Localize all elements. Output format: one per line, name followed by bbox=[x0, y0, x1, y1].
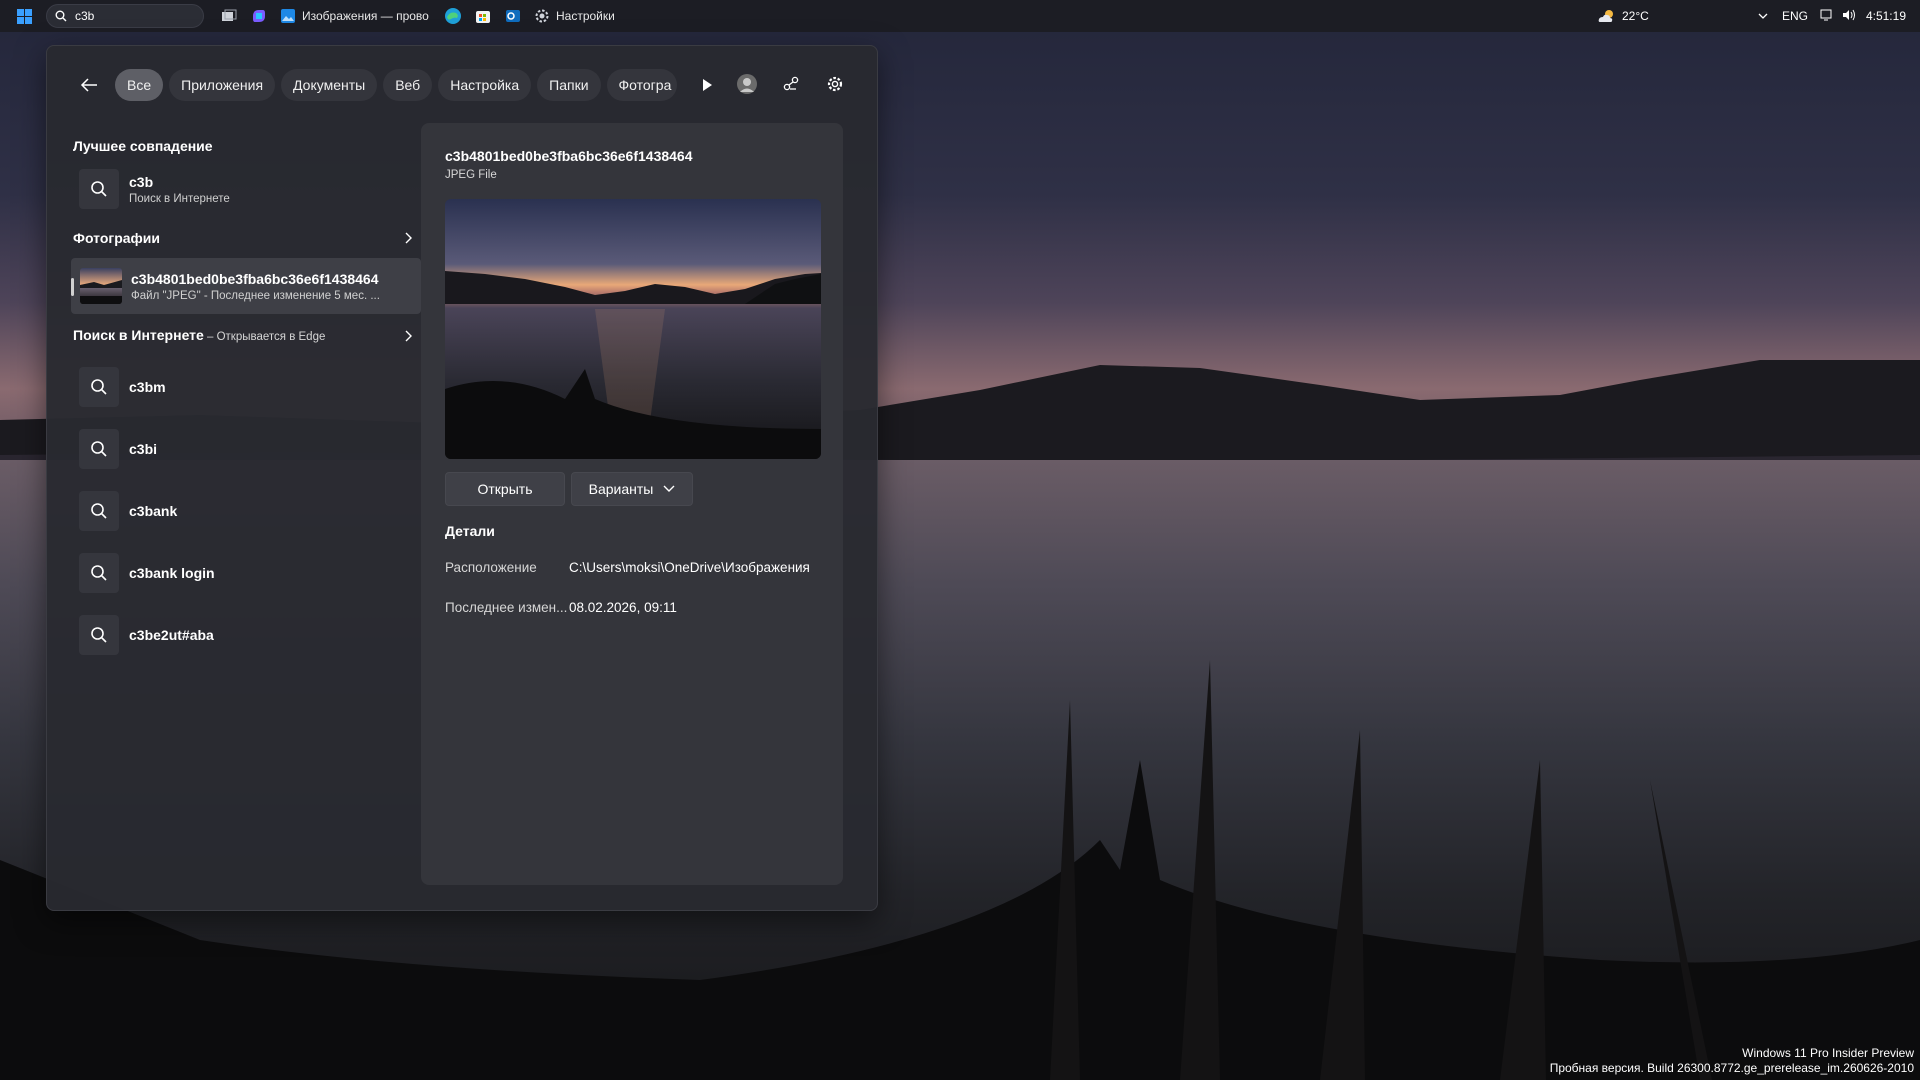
language-indicator[interactable]: ENG bbox=[1782, 9, 1808, 23]
system-tray: ENG 4:51:19 bbox=[1758, 0, 1920, 32]
search-icon bbox=[79, 367, 119, 407]
photo-thumbnail bbox=[80, 268, 122, 304]
photos-heading: Фотографии bbox=[73, 230, 161, 246]
watermark-build: Пробная версия. Build 26300.8772.ge_prer… bbox=[1549, 1061, 1914, 1075]
gear-icon bbox=[827, 76, 843, 92]
filter-web[interactable]: Веб bbox=[383, 69, 433, 101]
preview-image bbox=[445, 199, 821, 459]
network-icon[interactable] bbox=[1820, 9, 1832, 24]
filter-apps[interactable]: Приложения bbox=[169, 69, 276, 101]
web-result-item[interactable]: c3bi bbox=[71, 418, 421, 480]
web-result-item[interactable]: c3bank bbox=[71, 480, 421, 542]
results-list: Лучшее совпадение c3b Поиск в Интернете … bbox=[71, 126, 421, 666]
web-result-label: c3bm bbox=[129, 379, 166, 395]
best-match-heading: Лучшее совпадение bbox=[73, 138, 213, 154]
play-arrow-icon bbox=[702, 79, 712, 91]
preview-file-type: JPEG File bbox=[445, 169, 497, 181]
search-icon bbox=[79, 615, 119, 655]
web-heading-note: – Открывается в Edge bbox=[203, 331, 326, 343]
clock[interactable]: 4:51:19 bbox=[1866, 9, 1906, 23]
filter-folders[interactable]: Папки bbox=[537, 69, 601, 101]
web-result-item[interactable]: c3bm bbox=[71, 356, 421, 418]
web-result-label: c3bank login bbox=[129, 565, 215, 581]
filter-documents[interactable]: Документы bbox=[281, 69, 378, 101]
search-icon bbox=[55, 10, 67, 22]
copilot-icon[interactable] bbox=[248, 5, 270, 27]
modified-value: 08.02.2026, 09:11 bbox=[569, 600, 677, 615]
search-icon bbox=[79, 169, 119, 209]
back-button[interactable] bbox=[73, 69, 105, 101]
best-match-subtitle: Поиск в Интернете bbox=[129, 192, 230, 205]
taskbar: Изображения — прово Настройки 22°C ENG 4… bbox=[0, 0, 1920, 32]
open-button[interactable]: Открыть bbox=[445, 472, 565, 506]
settings-button[interactable] bbox=[819, 68, 851, 100]
taskbar-app-photos[interactable]: Изображения — прово bbox=[280, 0, 430, 32]
filter-all[interactable]: Все bbox=[115, 69, 164, 101]
store-icon[interactable] bbox=[472, 5, 494, 27]
options-dropdown[interactable]: Варианты bbox=[571, 472, 693, 506]
best-match-title: c3b bbox=[129, 173, 154, 190]
arrow-left-icon bbox=[80, 78, 97, 92]
windows-logo-icon bbox=[16, 8, 32, 24]
search-icon bbox=[79, 553, 119, 593]
taskbar-search-box[interactable] bbox=[46, 4, 204, 28]
photo-result-subtitle: Файл "JPEG" - Последнее изменение 5 мес.… bbox=[131, 289, 380, 302]
web-result-item[interactable]: c3be2ut#aba bbox=[71, 604, 421, 666]
start-button[interactable] bbox=[8, 0, 40, 32]
best-match-item[interactable]: c3b Поиск в Интернете bbox=[71, 160, 421, 218]
cloudy-weather-icon bbox=[1598, 10, 1613, 22]
avatar-icon bbox=[737, 74, 757, 94]
photos-app-icon bbox=[281, 9, 295, 23]
edge-icon[interactable] bbox=[442, 5, 464, 27]
taskbar-app-label: Настройки bbox=[556, 9, 615, 23]
web-result-label: c3bi bbox=[129, 441, 158, 457]
web-section-header[interactable]: Поиск в Интернете – Открывается в Edge bbox=[71, 316, 421, 356]
search-icon bbox=[79, 429, 119, 469]
weather-widget[interactable]: 22°C bbox=[1598, 0, 1649, 32]
watermark-edition: Windows 11 Pro Insider Preview bbox=[1742, 1046, 1914, 1060]
weather-temperature: 22°C bbox=[1622, 9, 1649, 23]
web-result-item[interactable]: c3bank login bbox=[71, 542, 421, 604]
options-label: Варианты bbox=[588, 481, 654, 497]
chevron-right-icon bbox=[405, 232, 412, 244]
outlook-icon[interactable] bbox=[502, 5, 524, 27]
web-result-label: c3be2ut#aba bbox=[129, 627, 214, 643]
taskbar-search-input[interactable] bbox=[73, 8, 187, 24]
location-value: C:\Users\moksi\OneDrive\Изображения bbox=[569, 560, 810, 575]
taskbar-app-label: Изображения — прово bbox=[302, 9, 429, 23]
filter-bar: Все Приложения Документы Веб Настройка П… bbox=[73, 68, 723, 102]
filter-photos[interactable]: Фотогра bbox=[606, 69, 677, 101]
search-flyout: Все Приложения Документы Веб Настройка П… bbox=[46, 45, 878, 911]
modified-label: Последнее измен... bbox=[445, 600, 568, 615]
volume-icon[interactable] bbox=[1842, 9, 1856, 24]
insider-watermark: Windows 11 Pro Insider Preview Пробная в… bbox=[1550, 1046, 1914, 1076]
preview-pane: c3b4801bed0be3fba6bc36e6f1438464 JPEG Fi… bbox=[421, 123, 843, 885]
filter-settings[interactable]: Настройка bbox=[438, 69, 532, 101]
location-label: Расположение bbox=[445, 560, 537, 575]
details-heading: Детали bbox=[445, 523, 495, 539]
photo-result-item[interactable]: c3b4801bed0be3fba6bc36e6f1438464 Файл "J… bbox=[71, 258, 421, 314]
chevron-down-icon bbox=[663, 485, 675, 492]
task-view-icon[interactable] bbox=[218, 5, 240, 27]
preview-title: c3b4801bed0be3fba6bc36e6f1438464 bbox=[445, 148, 693, 164]
taskbar-app-settings[interactable]: Настройки bbox=[534, 0, 615, 32]
web-heading: Поиск в Интернете bbox=[73, 327, 204, 343]
more-filters-button[interactable] bbox=[691, 69, 723, 101]
chevron-right-icon bbox=[405, 330, 412, 342]
account-avatar[interactable] bbox=[731, 68, 763, 100]
chevron-up-icon[interactable] bbox=[1758, 9, 1768, 23]
photos-section-header[interactable]: Фотографии bbox=[71, 218, 421, 258]
share-button[interactable] bbox=[775, 68, 807, 100]
web-result-label: c3bank bbox=[129, 503, 178, 519]
share-nodes-icon bbox=[783, 76, 799, 91]
settings-gear-icon bbox=[535, 9, 549, 23]
photo-result-title: c3b4801bed0be3fba6bc36e6f1438464 bbox=[131, 270, 379, 287]
search-icon bbox=[79, 491, 119, 531]
